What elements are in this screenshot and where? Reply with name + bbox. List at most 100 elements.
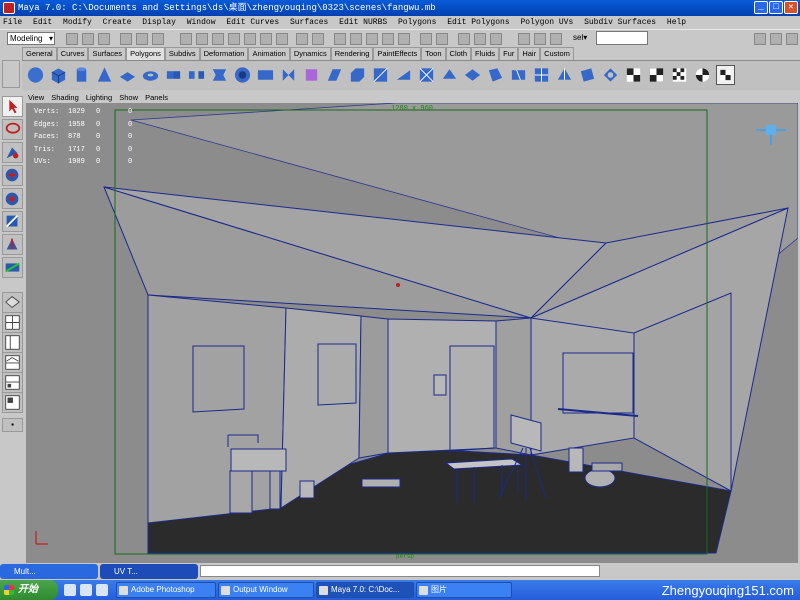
select-tool-icon[interactable] bbox=[2, 96, 23, 117]
panel-menu-show[interactable]: Show bbox=[119, 93, 138, 102]
task-output-window[interactable]: Output Window bbox=[218, 582, 314, 598]
panel-menu-shading[interactable]: Shading bbox=[51, 93, 79, 102]
four-view-layout-icon[interactable] bbox=[2, 312, 23, 333]
quick-selection-field[interactable] bbox=[596, 31, 648, 45]
persp-hypershade-layout-icon[interactable] bbox=[2, 372, 23, 393]
task-photoshop[interactable]: Adobe Photoshop bbox=[116, 582, 216, 598]
persp-trax-layout-icon[interactable] bbox=[2, 392, 23, 413]
uv-texture-editor-icon[interactable] bbox=[716, 65, 735, 85]
menu-edit[interactable]: Edit bbox=[33, 18, 52, 27]
select-component-icon[interactable] bbox=[152, 33, 164, 45]
panel-menu-lighting[interactable]: Lighting bbox=[86, 93, 112, 102]
menu-modify[interactable]: Modify bbox=[63, 18, 92, 27]
poly-plane-icon[interactable] bbox=[118, 65, 137, 85]
select-surfaces-icon[interactable] bbox=[228, 33, 240, 45]
lock-selection-icon[interactable] bbox=[296, 33, 308, 45]
menu-create[interactable]: Create bbox=[103, 18, 132, 27]
triangulate-icon[interactable] bbox=[555, 65, 574, 85]
panel-menu-panels[interactable]: Panels bbox=[145, 93, 168, 102]
shelf-tab-fur[interactable]: Fur bbox=[499, 47, 519, 60]
shelf-tab-hair[interactable]: Hair bbox=[518, 47, 541, 60]
poly-torus-icon[interactable] bbox=[141, 65, 160, 85]
menu-display[interactable]: Display bbox=[142, 18, 176, 27]
layout-menu-button[interactable]: ▪ bbox=[2, 418, 23, 432]
combine-icon[interactable] bbox=[164, 65, 183, 85]
select-handles-icon[interactable] bbox=[180, 33, 192, 45]
poly-cylinder-icon[interactable] bbox=[72, 65, 91, 85]
make-live-icon[interactable] bbox=[398, 33, 410, 45]
quicklaunch-desktop-icon[interactable] bbox=[64, 584, 76, 596]
poly-cone-icon[interactable] bbox=[95, 65, 114, 85]
shelf-tab-polygons[interactable]: Polygons bbox=[126, 47, 165, 60]
bevel-icon[interactable] bbox=[348, 65, 367, 85]
tool-settings-icon[interactable] bbox=[770, 33, 782, 45]
menu-edit-polygons[interactable]: Edit Polygons bbox=[447, 18, 509, 27]
channel-box-icon[interactable] bbox=[786, 33, 798, 45]
menu-polygons[interactable]: Polygons bbox=[398, 18, 436, 27]
command-line-input[interactable] bbox=[200, 565, 600, 577]
shelf-tab-surfaces[interactable]: Surfaces bbox=[88, 47, 127, 60]
wedge-face-icon[interactable] bbox=[394, 65, 413, 85]
menu-file[interactable]: File bbox=[3, 18, 22, 27]
shelf-tab-general[interactable]: General bbox=[22, 47, 57, 60]
move-tool-icon[interactable] bbox=[2, 165, 23, 186]
rotate-tool-icon[interactable] bbox=[2, 188, 23, 209]
shelf-tab-dynamics[interactable]: Dynamics bbox=[289, 47, 331, 60]
highlight-selection-icon[interactable] bbox=[312, 33, 324, 45]
persp-outliner-layout-icon[interactable] bbox=[2, 332, 23, 353]
poke-face-icon[interactable] bbox=[417, 65, 436, 85]
minimize-button[interactable]: _ bbox=[754, 1, 768, 14]
lasso-tool-icon[interactable] bbox=[2, 119, 23, 140]
quicklaunch-ie-icon[interactable] bbox=[80, 584, 92, 596]
poly-cube-icon[interactable] bbox=[49, 65, 68, 85]
maximize-button[interactable]: □ bbox=[769, 1, 783, 14]
menu-window[interactable]: Window bbox=[187, 18, 216, 27]
snap-curve-icon[interactable] bbox=[350, 33, 362, 45]
shelf-menu-handle[interactable] bbox=[2, 60, 20, 88]
menu-help[interactable]: Help bbox=[667, 18, 686, 27]
render-frame-icon[interactable] bbox=[458, 33, 470, 45]
spherical-mapping-icon[interactable] bbox=[670, 65, 689, 85]
quicklaunch-folder-icon[interactable] bbox=[96, 584, 108, 596]
channel-box-toggle-icon[interactable] bbox=[550, 33, 562, 45]
cut-faces-icon[interactable] bbox=[509, 65, 528, 85]
snap-grid-icon[interactable] bbox=[334, 33, 346, 45]
planar-mapping-icon[interactable] bbox=[624, 65, 643, 85]
append-polygon-icon[interactable] bbox=[486, 65, 505, 85]
quadrangulate-icon[interactable] bbox=[578, 65, 597, 85]
select-rendering-icon[interactable] bbox=[276, 33, 288, 45]
save-scene-icon[interactable] bbox=[98, 33, 110, 45]
scale-tool-icon[interactable] bbox=[2, 211, 23, 232]
shelf-tab-animation[interactable]: Animation bbox=[248, 47, 290, 60]
select-hierarchy-icon[interactable] bbox=[120, 33, 132, 45]
multilister-task[interactable]: Mult... bbox=[0, 564, 98, 579]
split-polygon-icon[interactable] bbox=[371, 65, 390, 85]
shelf-tab-curves[interactable]: Curves bbox=[56, 47, 89, 60]
panel-menu-view[interactable]: View bbox=[28, 93, 44, 102]
construction-history-icon[interactable] bbox=[436, 33, 448, 45]
separate-icon[interactable] bbox=[187, 65, 206, 85]
snap-point-icon[interactable] bbox=[366, 33, 378, 45]
ipr-render-icon[interactable] bbox=[474, 33, 486, 45]
collapse-icon[interactable] bbox=[463, 65, 482, 85]
paint-select-tool-icon[interactable] bbox=[2, 142, 23, 163]
open-scene-icon[interactable] bbox=[82, 33, 94, 45]
select-curves-icon[interactable] bbox=[212, 33, 224, 45]
select-dynamics-icon[interactable] bbox=[260, 33, 272, 45]
input-field-icon[interactable] bbox=[518, 33, 530, 45]
select-deformers-icon[interactable] bbox=[244, 33, 256, 45]
automatic-mapping-icon[interactable] bbox=[693, 65, 712, 85]
shelf-tab-painteffects[interactable]: PaintEffects bbox=[373, 47, 422, 60]
last-tool-icon[interactable] bbox=[2, 257, 23, 278]
select-object-icon[interactable] bbox=[136, 33, 148, 45]
uv-texture-editor-task[interactable]: UV T... bbox=[100, 564, 198, 579]
new-scene-icon[interactable] bbox=[66, 33, 78, 45]
boolean-icon[interactable] bbox=[210, 65, 229, 85]
shelf-tab-toon[interactable]: Toon bbox=[421, 47, 446, 60]
history-icon[interactable] bbox=[420, 33, 432, 45]
snap-view-plane-icon[interactable] bbox=[382, 33, 394, 45]
merge-vertices-icon[interactable] bbox=[440, 65, 459, 85]
attribute-editor-icon[interactable] bbox=[754, 33, 766, 45]
select-joints-icon[interactable] bbox=[196, 33, 208, 45]
menu-edit-curves[interactable]: Edit Curves bbox=[226, 18, 279, 27]
